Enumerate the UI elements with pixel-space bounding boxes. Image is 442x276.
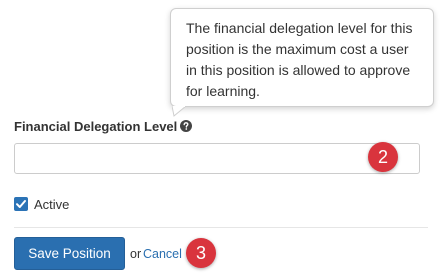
check-icon (16, 200, 26, 208)
active-label[interactable]: Active (34, 197, 69, 212)
active-checkbox[interactable] (14, 197, 28, 211)
save-position-button[interactable]: Save Position (14, 237, 125, 270)
cancel-link[interactable]: Cancel (143, 247, 182, 262)
step-2-badge: 2 (368, 142, 398, 172)
step-3-badge: 3 (186, 238, 216, 268)
or-text: or (130, 247, 142, 261)
financial-delegation-label: Financial Delegation Level (14, 118, 193, 136)
tooltip-text: The financial delegation level for this … (186, 20, 413, 99)
question-circle-icon[interactable] (180, 119, 193, 132)
financial-delegation-input[interactable] (14, 143, 420, 174)
help-tooltip: The financial delegation level for this … (170, 8, 434, 107)
financial-delegation-label-text: Financial Delegation Level (14, 119, 178, 134)
form-divider (14, 227, 428, 228)
